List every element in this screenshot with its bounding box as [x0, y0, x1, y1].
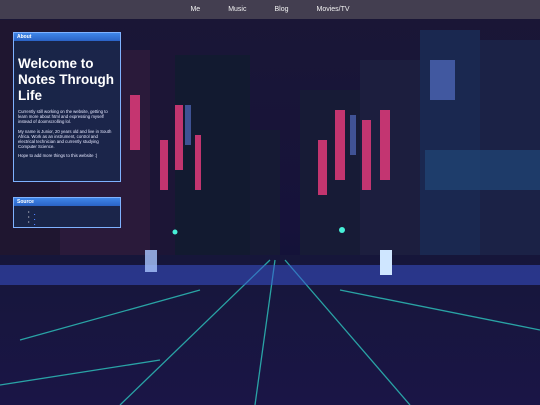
- about-panel-header: About: [14, 33, 120, 41]
- nav-item-music[interactable]: Music: [214, 6, 260, 13]
- source-link[interactable]: [34, 219, 35, 224]
- about-panel: About Welcome to Notes Through Life Curr…: [13, 32, 121, 182]
- nav-item-blog[interactable]: Blog: [260, 6, 302, 13]
- about-paragraph-2: My name is Junior, 20 years old and live…: [18, 128, 112, 150]
- source-panel-header: Source: [14, 198, 120, 206]
- source-list-item: [28, 219, 120, 224]
- source-link-list: [14, 209, 120, 224]
- top-nav: Me Music Blog Movies/TV: [0, 0, 540, 19]
- source-panel: Source: [13, 197, 121, 228]
- page-title: Welcome to Notes Through Life: [18, 56, 114, 103]
- nav-item-me[interactable]: Me: [176, 6, 214, 13]
- nav-item-movies-tv[interactable]: Movies/TV: [302, 6, 363, 13]
- about-paragraph-1: Currently still working on the website, …: [18, 109, 108, 125]
- about-paragraph-3: Hope to add more things to this website …: [18, 153, 98, 159]
